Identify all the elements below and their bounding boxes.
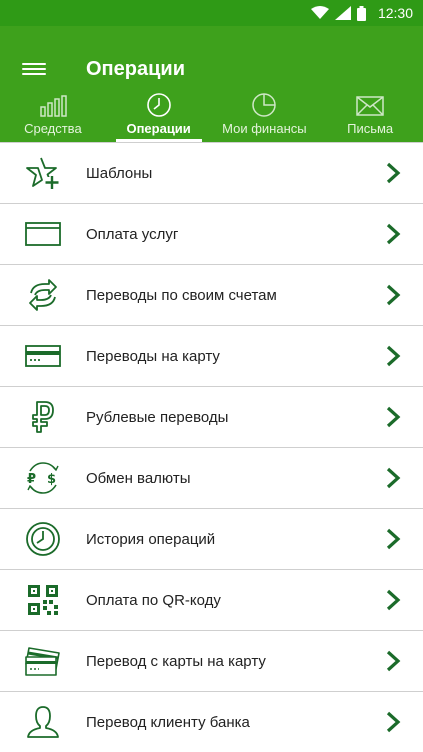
chevron-right-icon xyxy=(386,223,401,245)
app-bar: Операции Средства Операции Мои финансы П… xyxy=(0,26,423,142)
chevron-right-icon xyxy=(386,162,401,184)
tab-label: Операции xyxy=(126,121,191,136)
menu-item-label: Перевод клиенту банка xyxy=(86,713,250,731)
bar-chart-icon xyxy=(39,94,67,117)
menu-item-label: Рублевые переводы xyxy=(86,408,229,426)
menu-item-label: Переводы по своим счетам xyxy=(86,286,277,304)
menu-item-label: Перевод с карты на карту xyxy=(86,652,266,670)
chevron-right-icon xyxy=(386,589,401,611)
person-icon xyxy=(23,704,63,740)
app-screen: 12:30 Операции Средства Операции Мои фин… xyxy=(0,0,423,752)
ruble-icon xyxy=(23,399,63,435)
page-title: Операции xyxy=(86,58,185,80)
clock-icon xyxy=(23,521,63,557)
chevron-right-icon xyxy=(386,528,401,550)
menu-item-service-payment[interactable]: Оплата услуг xyxy=(0,204,423,265)
wifi-icon xyxy=(310,6,329,19)
menu-item-label: Оплата по QR-коду xyxy=(86,591,221,609)
tab-pisma[interactable]: Письма xyxy=(317,94,423,142)
tab-sredstva[interactable]: Средства xyxy=(0,94,106,142)
card-icon xyxy=(23,338,63,374)
menu-item-operations-history[interactable]: История операций xyxy=(0,509,423,570)
status-icons: 12:30 xyxy=(310,5,413,21)
svg-text:₽: ₽ xyxy=(27,472,36,487)
tab-label: Письма xyxy=(347,121,394,136)
chevron-right-icon xyxy=(386,711,401,733)
svg-text:$: $ xyxy=(47,472,56,487)
operations-list: Шаблоны Оплата услуг Переводы по своим с… xyxy=(0,142,423,752)
menu-item-card-to-card[interactable]: Перевод с карты на карту xyxy=(0,631,423,692)
chevron-right-icon xyxy=(386,650,401,672)
chevron-right-icon xyxy=(386,345,401,367)
status-time: 12:30 xyxy=(377,5,413,21)
menu-item-label: Обмен валюты xyxy=(86,469,191,487)
menu-item-currency-exchange[interactable]: ₽ $ Обмен валюты xyxy=(0,448,423,509)
tab-label: Мои финансы xyxy=(222,121,307,136)
menu-item-own-accounts-transfer[interactable]: Переводы по своим счетам xyxy=(0,265,423,326)
chevron-right-icon xyxy=(386,406,401,428)
tab-moi-finansy[interactable]: Мои финансы xyxy=(212,93,318,142)
pie-chart-icon xyxy=(251,93,277,117)
menu-item-label: Переводы на карту xyxy=(86,347,220,365)
menu-item-bank-client-transfer[interactable]: Перевод клиенту банка xyxy=(0,692,423,752)
chevron-right-icon xyxy=(386,284,401,306)
window-icon xyxy=(23,216,63,252)
tab-bar: Средства Операции Мои финансы Письма xyxy=(0,93,423,142)
status-bar: 12:30 xyxy=(0,0,423,26)
chevron-right-icon xyxy=(386,467,401,489)
menu-item-label: Шаблоны xyxy=(86,164,153,182)
tab-label: Средства xyxy=(24,121,82,136)
battery-icon xyxy=(356,5,366,21)
cards-icon xyxy=(23,643,63,679)
currency-exchange-icon: ₽ $ xyxy=(23,460,63,496)
menu-item-ruble-transfers[interactable]: Рублевые переводы xyxy=(0,387,423,448)
transfer-arrows-icon xyxy=(23,277,63,313)
qr-code-icon xyxy=(23,582,63,618)
menu-item-card-transfer[interactable]: Переводы на карту xyxy=(0,326,423,387)
envelope-icon xyxy=(356,94,384,117)
star-plus-icon xyxy=(23,155,63,191)
menu-item-label: История операций xyxy=(86,530,216,548)
menu-item-qr-payment[interactable]: Оплата по QR-коду xyxy=(0,570,423,631)
clock-icon xyxy=(146,93,172,117)
menu-item-templates[interactable]: Шаблоны xyxy=(0,143,423,204)
hamburger-menu-icon[interactable] xyxy=(22,60,46,78)
signal-icon xyxy=(334,6,351,20)
tab-operacii[interactable]: Операции xyxy=(106,93,212,142)
menu-item-label: Оплата услуг xyxy=(86,225,179,243)
